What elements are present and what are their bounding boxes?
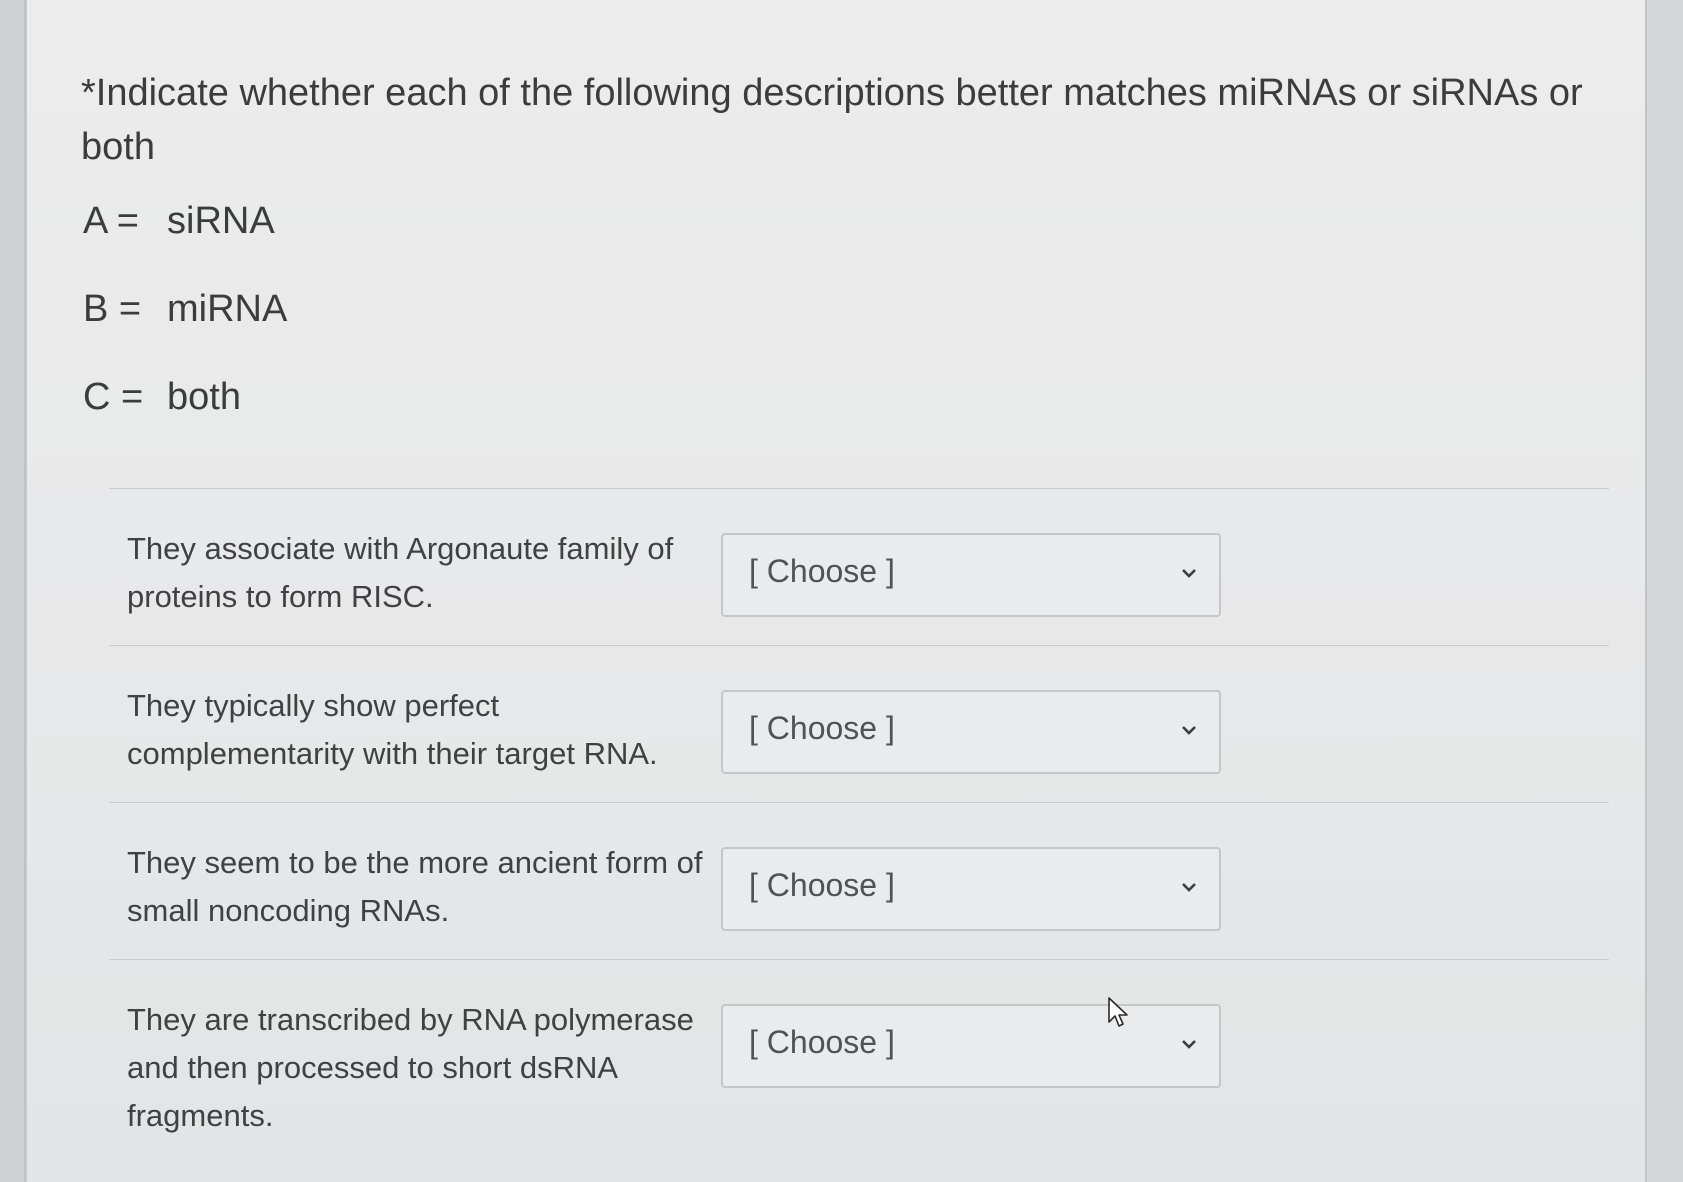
chevron-down-icon xyxy=(1182,726,1196,735)
chevron-down-icon xyxy=(1182,569,1196,578)
select-value: [ Choose ] xyxy=(749,1024,895,1060)
quiz-question-card: *Indicate whether each of the following … xyxy=(26,0,1645,1182)
key-meaning: miRNA xyxy=(167,288,288,330)
answer-select[interactable]: [ Choose ] xyxy=(721,847,1221,931)
key-letter: C = xyxy=(83,376,144,418)
select-value: [ Choose ] xyxy=(749,867,895,903)
answer-description: They seem to be the more ancient form of… xyxy=(127,845,703,928)
answer-row: They associate with Argonaute family of … xyxy=(89,489,1629,645)
select-value: [ Choose ] xyxy=(749,553,895,589)
answer-description: They are transcribed by RNA polymerase a… xyxy=(127,1002,694,1133)
key-item-c: C = both xyxy=(83,376,241,419)
key-meaning: siRNA xyxy=(167,200,275,242)
answer-list: They associate with Argonaute family of … xyxy=(89,488,1629,1140)
key-item-b: B = miRNA xyxy=(83,288,287,331)
mouse-cursor-icon xyxy=(1108,997,1128,1027)
select-value: [ Choose ] xyxy=(749,710,895,746)
key-item-a: A = siRNA xyxy=(83,200,275,243)
answer-select[interactable]: [ Choose ] xyxy=(721,1004,1221,1088)
page: *Indicate whether each of the following … xyxy=(0,0,1683,1182)
answer-select[interactable]: [ Choose ] xyxy=(721,690,1221,774)
chevron-down-icon xyxy=(1182,883,1196,892)
left-edge xyxy=(0,0,26,1182)
key-meaning: both xyxy=(167,376,241,418)
key-letter: B = xyxy=(83,288,142,330)
key-letter: A = xyxy=(83,200,139,242)
answer-row: They typically show perfect complementar… xyxy=(89,646,1629,802)
question-text: *Indicate whether each of the following … xyxy=(81,72,1583,168)
answer-select[interactable]: [ Choose ] xyxy=(721,533,1221,617)
answer-row: They seem to be the more ancient form of… xyxy=(89,803,1629,959)
chevron-down-icon xyxy=(1182,1040,1196,1049)
right-edge xyxy=(1645,0,1683,1182)
answer-description: They associate with Argonaute family of … xyxy=(127,531,674,614)
answer-row: They are transcribed by RNA polymerase a… xyxy=(89,960,1629,1140)
answer-description: They typically show perfect complementar… xyxy=(127,688,658,771)
